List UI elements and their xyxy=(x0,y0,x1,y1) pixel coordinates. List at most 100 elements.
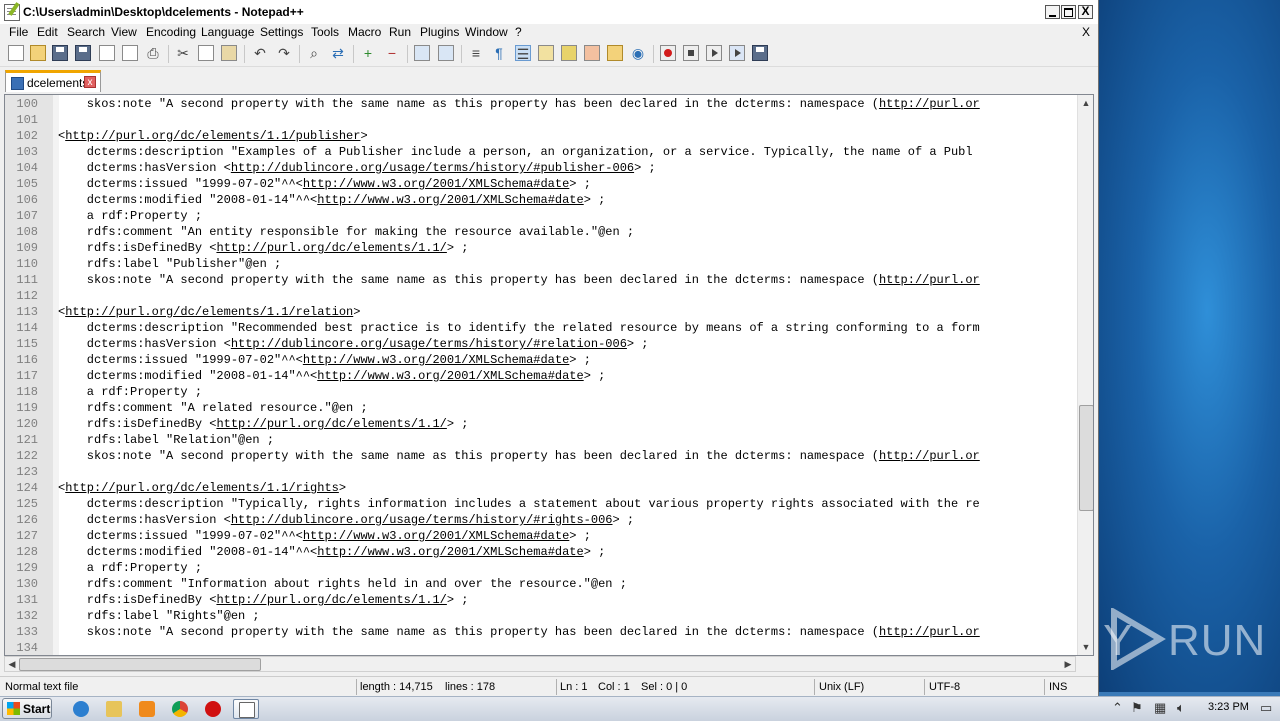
vertical-scroll-thumb[interactable] xyxy=(1079,405,1093,511)
menu-tools[interactable]: Tools xyxy=(311,25,339,39)
scroll-left-icon[interactable]: ◀ xyxy=(5,657,19,671)
tab-close-icon[interactable]: x xyxy=(84,76,96,88)
notepadpp-app-icon[interactable] xyxy=(4,4,20,21)
line-text-part: > ; xyxy=(583,369,606,383)
taskbar-security-app[interactable] xyxy=(200,699,226,719)
url-link[interactable]: http://purl.or xyxy=(879,625,980,639)
url-link[interactable]: http://dublincore.org/usage/terms/histor… xyxy=(231,513,613,527)
volume-icon[interactable]: 🔈︎ xyxy=(1177,700,1185,716)
menu-macro[interactable]: Macro xyxy=(348,25,381,39)
line-number: 121 xyxy=(16,433,38,447)
action-center-flag-icon[interactable]: ⚑ xyxy=(1131,700,1143,716)
code-line: 100 skos:note "A second property with th… xyxy=(5,96,1077,112)
udl-icon[interactable] xyxy=(538,45,554,61)
vertical-scrollbar[interactable]: ▲ ▼ xyxy=(1077,95,1093,655)
start-button[interactable]: Start xyxy=(2,698,52,719)
close-icon[interactable] xyxy=(99,45,115,61)
redo-icon[interactable]: ↷ xyxy=(276,45,292,61)
save-icon[interactable] xyxy=(52,45,68,61)
function-list-icon[interactable] xyxy=(584,45,600,61)
menu-plugins[interactable]: Plugins xyxy=(420,25,459,39)
line-text: skos:note "A second property with the sa… xyxy=(58,96,980,112)
tray-chevron-icon[interactable]: ⌃ xyxy=(1112,700,1123,716)
paste-icon[interactable] xyxy=(221,45,237,61)
clock[interactable]: 3:23 PM xyxy=(1208,701,1249,713)
url-link[interactable]: http://purl.or xyxy=(879,97,980,111)
menu-language[interactable]: Language xyxy=(201,25,254,39)
url-link[interactable]: http://www.w3.org/2001/XMLSchema#date xyxy=(317,545,583,559)
menu-window[interactable]: Window xyxy=(465,25,508,39)
url-link[interactable]: http://purl.or xyxy=(879,273,980,287)
url-link[interactable]: http://www.w3.org/2001/XMLSchema#date xyxy=(303,353,569,367)
url-link[interactable]: http://www.w3.org/2001/XMLSchema#date xyxy=(303,529,569,543)
minimize-button[interactable] xyxy=(1045,5,1060,19)
code-line: 130 rdfs:comment "Information about righ… xyxy=(5,576,1077,592)
url-link[interactable]: http://www.w3.org/2001/XMLSchema#date xyxy=(303,177,569,191)
menu-edit[interactable]: Edit xyxy=(37,25,58,39)
scroll-up-icon[interactable]: ▲ xyxy=(1078,95,1093,111)
close-document-button[interactable]: X xyxy=(1082,25,1090,39)
replace-icon[interactable]: ⇄ xyxy=(330,45,346,61)
cut-icon[interactable]: ✂ xyxy=(175,45,191,61)
url-link[interactable]: http://dublincore.org/usage/terms/histor… xyxy=(231,337,627,351)
zoom-in-icon[interactable]: + xyxy=(360,45,376,61)
editor-area[interactable]: 100 skos:note "A second property with th… xyxy=(4,94,1094,656)
network-icon[interactable]: ▦ xyxy=(1154,700,1166,716)
open-file-icon[interactable] xyxy=(30,45,46,61)
url-link[interactable]: http://purl.org/dc/elements/1.1/relation xyxy=(65,305,353,319)
stop-record-icon[interactable] xyxy=(683,45,699,61)
save-macro-icon[interactable] xyxy=(752,45,768,61)
menu-file[interactable]: File xyxy=(9,25,28,39)
url-link[interactable]: http://purl.org/dc/elements/1.1/rights xyxy=(65,481,339,495)
taskbar-ie[interactable] xyxy=(68,699,94,719)
zoom-out-icon[interactable]: − xyxy=(384,45,400,61)
scroll-right-icon[interactable]: ▶ xyxy=(1061,657,1075,671)
url-link[interactable]: http://www.w3.org/2001/XMLSchema#date xyxy=(317,193,583,207)
menu-search[interactable]: Search xyxy=(67,25,105,39)
new-file-icon[interactable] xyxy=(8,45,24,61)
taskbar-chrome[interactable] xyxy=(167,699,193,719)
menu-run[interactable]: Run xyxy=(389,25,411,39)
close-all-icon[interactable] xyxy=(122,45,138,61)
url-link[interactable]: http://www.w3.org/2001/XMLSchema#date xyxy=(317,369,583,383)
show-desktop-icon[interactable]: ▭ xyxy=(1260,700,1272,716)
run-macro-multiple-icon[interactable] xyxy=(729,45,745,61)
taskbar-notepadpp[interactable] xyxy=(233,699,259,719)
doc-map-icon[interactable] xyxy=(561,45,577,61)
record-macro-icon[interactable] xyxy=(660,45,676,61)
horizontal-scroll-thumb[interactable] xyxy=(19,658,261,671)
sync-h-icon[interactable] xyxy=(438,45,454,61)
url-link[interactable]: http://purl.org/dc/elements/1.1/publishe… xyxy=(65,129,360,143)
url-link[interactable]: http://dublincore.org/usage/terms/histor… xyxy=(231,161,634,175)
print-icon[interactable]: ⎙ xyxy=(145,45,161,61)
menu-view[interactable]: View xyxy=(111,25,137,39)
horizontal-scrollbar[interactable]: ◀ ▶ xyxy=(4,656,1076,672)
url-link[interactable]: http://purl.org/dc/elements/1.1/ xyxy=(216,593,446,607)
monitor-icon[interactable]: ◉ xyxy=(630,45,646,61)
toolbar-separator xyxy=(353,45,354,63)
find-icon[interactable]: ⌕ xyxy=(306,45,322,61)
folder-workspace-icon[interactable] xyxy=(607,45,623,61)
taskbar-explorer[interactable] xyxy=(101,699,127,719)
word-wrap-icon[interactable]: ≡ xyxy=(468,45,484,61)
url-link[interactable]: http://purl.org/dc/elements/1.1/ xyxy=(216,241,446,255)
play-macro-icon[interactable] xyxy=(706,45,722,61)
undo-icon[interactable]: ↶ xyxy=(252,45,268,61)
url-link[interactable]: http://purl.or xyxy=(879,449,980,463)
menu-encoding[interactable]: Encoding xyxy=(146,25,196,39)
menu-settings[interactable]: Settings xyxy=(260,25,303,39)
close-window-button[interactable]: X xyxy=(1078,5,1093,19)
tab-dcelements[interactable]: dcelements x xyxy=(5,70,101,92)
sync-v-icon[interactable] xyxy=(414,45,430,61)
copy-icon[interactable] xyxy=(198,45,214,61)
show-all-chars-icon[interactable]: ¶ xyxy=(491,45,507,61)
taskbar-media-player[interactable] xyxy=(134,699,160,719)
scroll-down-icon[interactable]: ▼ xyxy=(1078,639,1093,655)
title-bar[interactable]: C:\Users\admin\Desktop\dcelements - Note… xyxy=(0,0,1098,25)
menu-help[interactable]: ? xyxy=(515,25,522,39)
save-all-icon[interactable] xyxy=(75,45,91,61)
indent-guide-icon[interactable]: ☰ xyxy=(515,45,531,62)
url-link[interactable]: http://purl.org/dc/elements/1.1/ xyxy=(216,417,446,431)
maximize-button[interactable] xyxy=(1061,5,1076,19)
line-text-part: rdfs:comment "An entity responsible for … xyxy=(58,225,635,239)
